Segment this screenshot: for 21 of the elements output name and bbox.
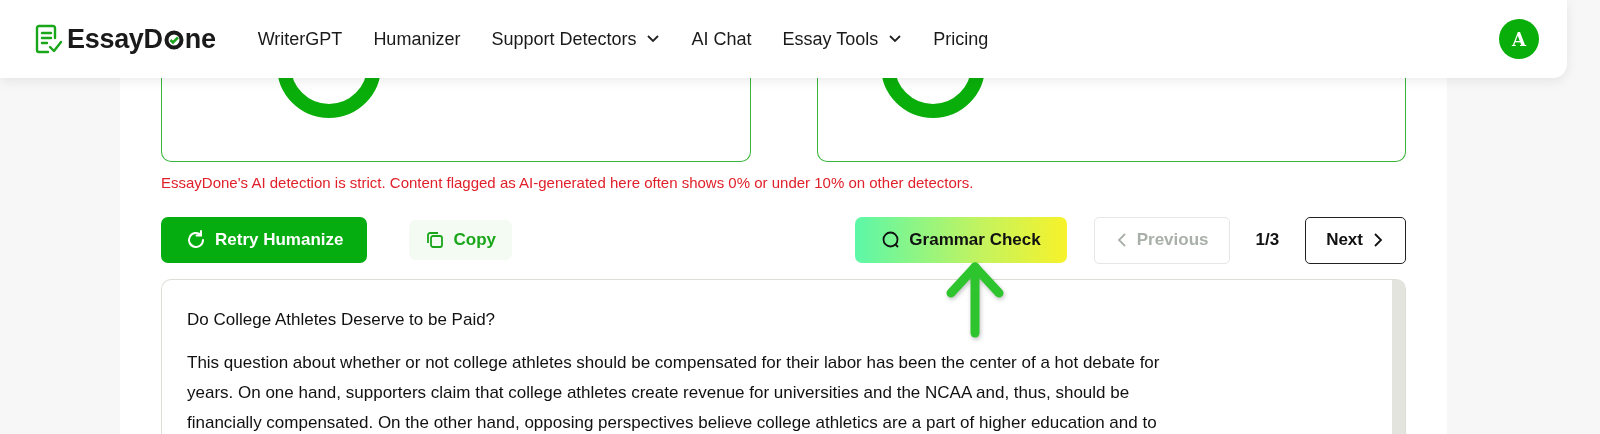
scrollbar[interactable] [1392, 280, 1405, 434]
retry-icon [185, 229, 207, 251]
copy-icon [425, 230, 446, 250]
essay-title: Do College Athletes Deserve to be Paid? [187, 310, 497, 330]
document-check-icon [35, 24, 63, 54]
nav-link[interactable]: Humanizer [373, 28, 461, 50]
essay-text-area[interactable] [161, 279, 1406, 434]
essay-line: years. On one hand, supporters claim that college athletes create revenue for universities and the NCAA and, thus, should be [187, 382, 1131, 404]
nav-link[interactable]: AI Chat [691, 28, 752, 50]
nav-link[interactable]: WriterGPT [257, 28, 343, 50]
essay-line: This question about whether or not college athletes should be compensated for their labor has been the center of a hot debate for [187, 352, 1161, 374]
page-counter: 1/3 [1255, 230, 1280, 250]
next-button[interactable]: Next [1305, 216, 1406, 264]
grammar-check-button[interactable]: Grammar Check [855, 217, 1067, 263]
nav-link[interactable]: Support Detectors [491, 28, 661, 50]
nav-link[interactable]: Essay Tools [782, 28, 903, 50]
brand-logo[interactable]: EssayD ne [67, 23, 216, 55]
nav-link[interactable]: Pricing [933, 28, 989, 50]
essay-line: financially compensated. On the other hand, opposing perspectives believe college athletics are a part of higher education and to [187, 412, 1158, 434]
warning-text: EssayDone's AI detection is strict. Content flagged as AI-generated here often shows 0% or under 10% on other detectors. [161, 174, 975, 191]
chevron-right-icon [1371, 232, 1385, 248]
